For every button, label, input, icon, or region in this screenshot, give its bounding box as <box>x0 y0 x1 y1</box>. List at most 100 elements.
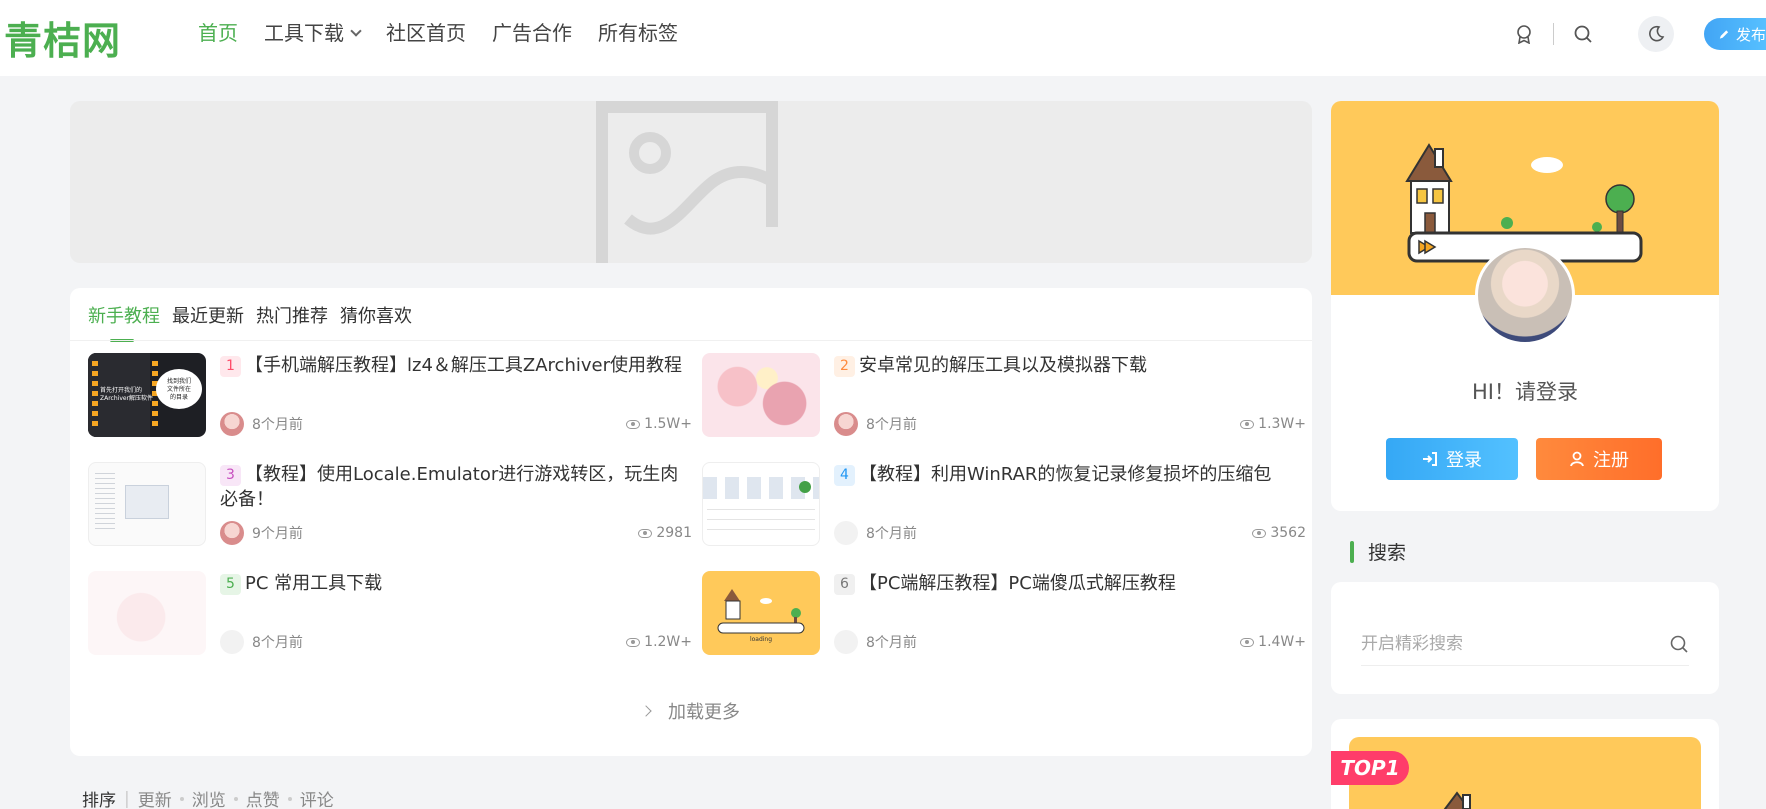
pencil-icon <box>1719 29 1729 39</box>
sort-option-update[interactable]: 更新 <box>138 786 172 809</box>
dark-mode-icon[interactable] <box>1638 16 1674 52</box>
post-title[interactable]: 6 【PC端解压教程】PC端傻瓜式解压教程 <box>834 571 1306 596</box>
view-count-text: 2981 <box>656 525 692 541</box>
search-widget-title: 搜索 <box>1350 538 1406 565</box>
title-accent-bar <box>1350 540 1354 563</box>
header-actions: 发布 <box>1507 14 1766 54</box>
view-count-text: 1.2W+ <box>644 634 692 650</box>
rank-badge: 1 <box>220 356 241 377</box>
rank-badge: 5 <box>220 574 241 595</box>
nav-item-tags[interactable]: 所有标签 <box>598 18 678 48</box>
user-icon <box>1570 451 1584 467</box>
post-meta: 8个月前 1.3W+ <box>834 411 1306 437</box>
list-item: 2 安卓常见的解压工具以及模拟器下载 8个月前 1.3W+ <box>702 353 1306 437</box>
post-title[interactable]: 5 PC 常用工具下载 <box>220 571 692 596</box>
post-time: 8个月前 <box>252 417 303 433</box>
load-more-button[interactable]: 加载更多 <box>70 698 1312 724</box>
header-divider <box>1553 23 1554 45</box>
post-title[interactable]: 4 【教程】利用WinRAR的恢复记录修复损坏的压缩包 <box>834 462 1306 487</box>
sort-option-views[interactable]: 浏览 <box>192 786 226 809</box>
publish-label: 发布 <box>1735 25 1766 44</box>
post-meta: 8个月前 1.4W+ <box>834 629 1306 655</box>
post-title-text: 【PC端解压教程】PC端傻瓜式解压教程 <box>859 573 1176 594</box>
post-thumbnail[interactable] <box>88 462 206 546</box>
tab-beginner[interactable]: 新手教程 <box>88 302 160 342</box>
post-thumbnail[interactable] <box>702 462 820 546</box>
login-button[interactable]: 登录 <box>1386 438 1518 480</box>
sort-dot <box>233 796 238 801</box>
list-item: 5 PC 常用工具下载 8个月前 1.2W+ <box>88 571 692 655</box>
view-count: 2981 <box>638 525 692 541</box>
post-time: 8个月前 <box>866 635 917 651</box>
publish-button[interactable]: 发布 <box>1704 18 1766 50</box>
view-count: 1.4W+ <box>1240 634 1306 650</box>
search-icon[interactable] <box>1566 17 1600 51</box>
avatar[interactable] <box>834 412 858 436</box>
rank-badge: 4 <box>834 465 855 486</box>
avatar[interactable] <box>834 521 858 545</box>
eye-icon <box>626 637 641 647</box>
post-title-text: 【手机端解压教程】lz4＆解压工具ZArchiver使用教程 <box>245 355 682 376</box>
search-icon[interactable] <box>1669 634 1689 658</box>
post-body: 6 【PC端解压教程】PC端傻瓜式解压教程 8个月前 1.4W+ <box>834 571 1306 655</box>
tab-hot[interactable]: 热门推荐 <box>256 302 328 332</box>
register-button[interactable]: 注册 <box>1536 438 1662 480</box>
post-thumbnail[interactable]: 首先打开我们的 ZArchiver解压软件 找到我们 文件所在 的目录 <box>88 353 206 437</box>
sort-divider: | <box>124 788 130 809</box>
nav-item-tools-download[interactable]: 工具下载 <box>264 18 362 48</box>
nav-item-community[interactable]: 社区首页 <box>386 18 466 48</box>
view-count: 1.3W+ <box>1240 416 1306 432</box>
post-title-text: 安卓常见的解压工具以及模拟器下载 <box>859 355 1147 376</box>
view-count: 3562 <box>1252 525 1306 541</box>
search-input[interactable] <box>1361 626 1641 662</box>
banner-placeholder[interactable] <box>70 101 1312 263</box>
list-item: 4 【教程】利用WinRAR的恢复记录修复损坏的压缩包 8个月前 3562 <box>702 462 1306 546</box>
sort-option-comments[interactable]: 评论 <box>300 786 334 809</box>
post-body: 2 安卓常见的解压工具以及模拟器下载 8个月前 1.3W+ <box>834 353 1306 437</box>
search-widget <box>1331 582 1719 694</box>
thumb-bubble-text: 找到我们 文件所在 的目录 <box>156 369 202 409</box>
nav-label: 所有标签 <box>598 21 678 45</box>
sort-label: 排序 <box>82 791 116 809</box>
view-count-text: 1.5W+ <box>644 416 692 432</box>
chevron-right-icon <box>640 705 652 717</box>
tabs-divider <box>70 340 1312 341</box>
nav-label: 工具下载 <box>264 21 344 45</box>
post-time: 9个月前 <box>252 526 303 542</box>
post-thumbnail[interactable] <box>702 353 820 437</box>
view-count-text: 1.4W+ <box>1258 634 1306 650</box>
post-title[interactable]: 2 安卓常见的解压工具以及模拟器下载 <box>834 353 1306 378</box>
thumb-caption: 首先打开我们的 ZArchiver解压软件 <box>100 387 154 402</box>
avatar[interactable] <box>220 630 244 654</box>
avatar[interactable] <box>220 521 244 545</box>
login-greeting: HI！请登录 <box>1472 380 1578 404</box>
site-logo[interactable]: 青桔网 <box>4 10 121 65</box>
avatar[interactable] <box>1475 245 1575 345</box>
post-thumbnail[interactable] <box>88 571 206 655</box>
avatar[interactable] <box>220 412 244 436</box>
search-title-text: 搜索 <box>1368 542 1407 564</box>
nav-item-ads[interactable]: 广告合作 <box>492 18 572 48</box>
image-placeholder-icon <box>596 101 784 263</box>
post-title[interactable]: 3 【教程】使用Locale.Emulator进行游戏转区，玩生肉必备！ <box>220 462 692 512</box>
top-header: 青桔网 首页 工具下载 社区首页 广告合作 所有标签 发布 <box>0 0 1766 76</box>
post-body: 1 【手机端解压教程】lz4＆解压工具ZArchiver使用教程 8个月前 1.5… <box>220 353 692 437</box>
sort-option-likes[interactable]: 点赞 <box>246 786 280 809</box>
view-count: 1.2W+ <box>626 634 692 650</box>
eye-icon <box>1240 419 1255 429</box>
avatar[interactable] <box>834 630 858 654</box>
post-title[interactable]: 1 【手机端解压教程】lz4＆解压工具ZArchiver使用教程 <box>220 353 692 378</box>
load-more-label: 加载更多 <box>668 702 740 723</box>
tab-latest[interactable]: 最近更新 <box>172 302 244 332</box>
nav-item-home[interactable]: 首页 <box>198 18 238 48</box>
post-title-text: PC 常用工具下载 <box>245 573 383 594</box>
main-nav: 首页 工具下载 社区首页 广告合作 所有标签 <box>198 18 704 48</box>
list-item: 首先打开我们的 ZArchiver解压软件 找到我们 文件所在 的目录 1 【手机… <box>88 353 692 437</box>
user-login-card: HI！请登录 登录 注册 <box>1331 101 1719 511</box>
tab-recommend[interactable]: 猜你喜欢 <box>340 302 412 332</box>
post-title-text: 【教程】利用WinRAR的恢复记录修复损坏的压缩包 <box>859 464 1272 485</box>
post-thumbnail[interactable]: loading <box>702 571 820 655</box>
article-tabs: 新手教程 最近更新 热门推荐 猜你喜欢 <box>88 302 412 342</box>
nav-label: 社区首页 <box>386 21 466 45</box>
medal-icon[interactable] <box>1507 17 1541 51</box>
